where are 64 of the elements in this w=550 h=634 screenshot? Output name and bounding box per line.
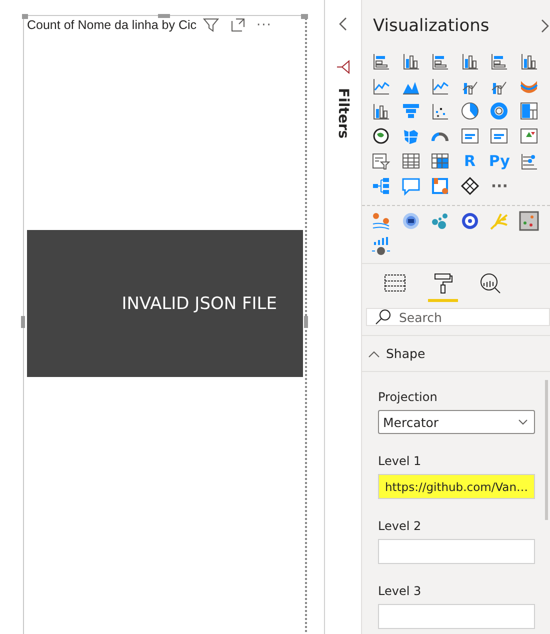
error-message: INVALID JSON FILE <box>122 294 277 314</box>
text-field[interactable] <box>378 604 535 629</box>
heatmap-icon[interactable] <box>400 211 421 231</box>
resize-handle[interactable] <box>304 316 308 328</box>
visual-title: Count of Nome da linha by Cic <box>27 18 197 32</box>
diamond-icon[interactable] <box>460 176 480 196</box>
treemap-icon[interactable] <box>518 101 539 121</box>
card-icon[interactable] <box>489 126 510 146</box>
column-chart-icon[interactable] <box>518 51 539 71</box>
resize-handle[interactable] <box>22 14 28 19</box>
filter-icon <box>336 60 350 74</box>
bubbles-icon[interactable] <box>430 211 450 231</box>
search-field[interactable]: Search <box>366 308 550 326</box>
column-chart-icon[interactable] <box>371 101 391 121</box>
pie-chart-icon[interactable] <box>460 101 480 121</box>
analytics-magnifier-icon <box>479 272 503 294</box>
globe-icon[interactable] <box>371 126 391 146</box>
focus-mode-icon[interactable] <box>230 17 246 33</box>
resize-handle[interactable] <box>301 14 308 19</box>
hierarchy-icon[interactable] <box>371 176 391 196</box>
text-field[interactable]: https://github.com/Van… <box>378 474 535 499</box>
column-chart-icon[interactable] <box>460 51 480 71</box>
field-label: Level 3 <box>378 584 422 598</box>
kpi-icon[interactable] <box>518 126 539 146</box>
column-chart-icon[interactable] <box>400 51 421 71</box>
field-label: Level 2 <box>378 519 422 533</box>
line-chart-icon[interactable] <box>430 76 450 96</box>
filter-icon[interactable] <box>202 17 219 33</box>
bar-chart-icon[interactable] <box>430 51 450 71</box>
funnel-icon[interactable] <box>400 101 421 121</box>
speech-bubble-icon[interactable] <box>400 176 421 196</box>
field-label: Projection <box>378 390 438 404</box>
influencers-icon[interactable] <box>518 151 539 171</box>
chevron-left-icon[interactable] <box>338 16 348 32</box>
location-circle-icon[interactable] <box>460 211 480 231</box>
visual-type-label[interactable]: ··· <box>490 177 508 195</box>
text-field[interactable] <box>378 539 535 564</box>
resize-handle[interactable] <box>21 316 25 328</box>
filters-pane-label[interactable]: Filters <box>335 88 351 139</box>
resize-handle[interactable] <box>158 14 170 18</box>
slicer-icon[interactable] <box>371 151 391 171</box>
bar-chart-icon[interactable] <box>371 51 391 71</box>
search-icon <box>375 309 391 325</box>
map-pins-icon[interactable] <box>371 211 391 231</box>
line-chart-icon[interactable] <box>371 76 391 96</box>
table-icon[interactable] <box>400 151 421 171</box>
fields-grid-icon <box>383 272 407 294</box>
signal-clock-icon[interactable] <box>371 236 391 256</box>
bar-chart-icon[interactable] <box>489 51 510 71</box>
matrix-icon[interactable] <box>430 151 450 171</box>
donut-chart-icon[interactable] <box>489 101 510 121</box>
section-header[interactable]: Shape <box>362 336 550 372</box>
scatter-chart-icon[interactable] <box>430 101 450 121</box>
card-icon[interactable] <box>460 126 480 146</box>
pane-title: Visualizations <box>373 16 490 36</box>
projection-dropdown[interactable]: Mercator <box>378 410 535 434</box>
field-label: Level 1 <box>378 454 422 468</box>
narrative-icon[interactable] <box>430 176 450 196</box>
map-thumbnail-icon[interactable] <box>518 211 539 231</box>
chevron-up-icon <box>368 350 380 358</box>
chevron-right-icon[interactable] <box>540 18 550 34</box>
chevron-down-icon <box>518 419 528 425</box>
more-options-button[interactable]: ··· <box>256 18 272 32</box>
scrollbar[interactable] <box>545 380 548 520</box>
